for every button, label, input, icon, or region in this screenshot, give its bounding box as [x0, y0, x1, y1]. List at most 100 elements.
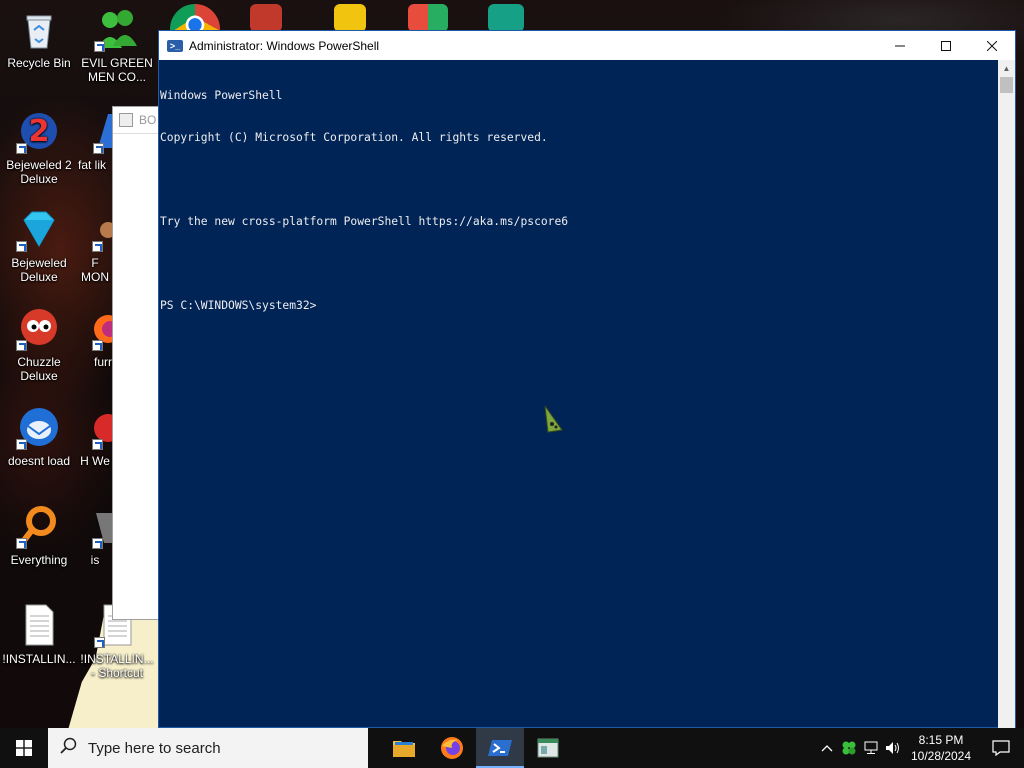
- show-hidden-icons-chevron-icon[interactable]: [816, 728, 838, 768]
- background-window-title: BO: [139, 113, 157, 127]
- console-prompt[interactable]: PS C:\WINDOWS\system32>: [160, 299, 999, 313]
- shortcut-arrow-icon: [94, 41, 105, 52]
- icon-label: !INSTALLIN... - Shortcut: [80, 652, 154, 680]
- desktop-icon-evil-green-men[interactable]: EVIL GREEN MEN CO...: [78, 6, 156, 84]
- console-line: Try the new cross-platform PowerShell ht…: [160, 215, 569, 228]
- icon-label: !INSTALLIN...: [2, 652, 76, 666]
- desktop-icon-fat-like[interactable]: fat lik: [78, 108, 114, 172]
- app-icon: [78, 404, 112, 450]
- chrome-icon[interactable]: [170, 4, 220, 30]
- search-placeholder: Type here to search: [88, 739, 221, 757]
- shortcut-arrow-icon: [16, 340, 27, 351]
- console-line: Windows PowerShell: [160, 89, 283, 102]
- desktop-icon-doesnt-load[interactable]: doesnt load: [0, 404, 78, 468]
- windows-logo-icon: [16, 740, 32, 756]
- icon-label: EVIL GREEN MEN CO...: [81, 56, 153, 84]
- desktop-icon-everything[interactable]: Everything: [0, 503, 78, 567]
- svg-text:2: 2: [29, 114, 50, 149]
- minimize-button[interactable]: [877, 31, 923, 60]
- app-icon[interactable]: [334, 4, 366, 32]
- thunderbird-icon: [16, 404, 62, 450]
- icon-label: Bejeweled 2 Deluxe: [6, 158, 72, 186]
- desktop-icon-installing[interactable]: !INSTALLIN...: [0, 602, 78, 666]
- action-center-button[interactable]: [978, 728, 1024, 768]
- clock-date: 10/28/2024: [910, 749, 972, 763]
- shortcut-arrow-icon: [92, 241, 103, 252]
- folder-icon: [393, 741, 415, 757]
- app-icon: [93, 108, 114, 154]
- taskbar-app-window[interactable]: [524, 728, 572, 768]
- window-app-icon: [537, 738, 559, 758]
- clock[interactable]: 8:15 PM 10/28/2024: [904, 732, 978, 764]
- desktop-icon-monster[interactable]: F MON: [78, 206, 112, 284]
- volume-icon[interactable]: [882, 728, 904, 768]
- shortcut-arrow-icon: [16, 143, 27, 154]
- powershell-icon: [488, 740, 512, 756]
- powershell-icon: >_: [167, 39, 183, 52]
- console-output[interactable]: Windows PowerShell Copyright (C) Microso…: [159, 60, 999, 728]
- app-icon: [78, 503, 112, 549]
- desktop: Recycle Bin 2 Bejeweled 2 Deluxe Bejewel…: [0, 0, 1024, 728]
- scrollbar-thumb[interactable]: [1000, 77, 1013, 93]
- console-line: Copyright (C) Microsoft Corporation. All…: [160, 131, 548, 144]
- bejeweled-2-icon: 2: [16, 108, 62, 154]
- icon-label: H We: [80, 454, 110, 468]
- icon-label: fat lik: [78, 158, 107, 172]
- icon-label: Chuzzle Deluxe: [17, 355, 61, 383]
- icon-label: doesnt load: [7, 454, 71, 468]
- window-title: Administrator: Windows PowerShell: [189, 38, 380, 53]
- scroll-up-arrow-icon[interactable]: ▲: [998, 60, 1015, 77]
- desktop-icon-web[interactable]: H We: [78, 404, 112, 468]
- shortcut-arrow-icon: [92, 340, 103, 351]
- desktop-icon-bejeweled-2[interactable]: 2 Bejeweled 2 Deluxe: [0, 108, 78, 186]
- shortcut-arrow-icon: [93, 143, 104, 154]
- icon-label: F MON: [81, 256, 109, 284]
- window-icon: [119, 113, 133, 127]
- clover-icon[interactable]: [838, 728, 860, 768]
- powershell-titlebar[interactable]: >_ Administrator: Windows PowerShell: [159, 31, 1015, 60]
- desktop-icon-recycle-bin[interactable]: Recycle Bin: [0, 6, 78, 70]
- shortcut-arrow-icon: [16, 439, 27, 450]
- cursor-character-icon: [542, 405, 564, 436]
- shield-icon[interactable]: [408, 4, 448, 32]
- green-people-icon: [94, 6, 140, 52]
- shortcut-arrow-icon: [92, 439, 103, 450]
- notification-icon: [992, 740, 1010, 756]
- desktop-icon-is[interactable]: is: [78, 503, 112, 567]
- desktop-icon-chuzzle[interactable]: Chuzzle Deluxe: [0, 305, 78, 383]
- close-button[interactable]: [969, 31, 1015, 60]
- desktop-icon-furr[interactable]: furr: [78, 305, 112, 369]
- search-icon: [60, 737, 78, 759]
- taskbar-file-explorer[interactable]: [380, 728, 428, 768]
- app-icon[interactable]: [250, 4, 282, 32]
- icon-label: Bejeweled Deluxe: [11, 256, 67, 284]
- maximize-button[interactable]: [923, 31, 969, 60]
- character-icon[interactable]: [488, 4, 524, 32]
- icon-label: Everything: [10, 553, 68, 567]
- shortcut-arrow-icon: [16, 241, 27, 252]
- taskbar-firefox[interactable]: [428, 728, 476, 768]
- shortcut-arrow-icon: [94, 637, 105, 648]
- shortcut-arrow-icon: [92, 538, 103, 549]
- taskbar: Type here to search 8:15 PM 10/28/2024: [0, 728, 1024, 768]
- diamond-icon: [16, 206, 62, 252]
- recycle-bin-icon: [16, 6, 62, 52]
- chuzzle-icon: [16, 305, 62, 351]
- icon-label: Recycle Bin: [7, 56, 71, 70]
- firefox-icon: [78, 305, 112, 351]
- text-file-icon: [16, 602, 62, 648]
- clock-time: 8:15 PM: [918, 733, 964, 747]
- app-icon: [78, 206, 112, 252]
- desktop-icon-bejeweled[interactable]: Bejeweled Deluxe: [0, 206, 78, 284]
- firefox-icon: [441, 737, 463, 759]
- network-icon[interactable]: [860, 728, 882, 768]
- icon-label: furr: [94, 355, 112, 369]
- taskbar-powershell[interactable]: [476, 728, 524, 768]
- vertical-scrollbar[interactable]: ▲: [998, 60, 1015, 728]
- system-tray: 8:15 PM 10/28/2024: [816, 728, 1024, 768]
- powershell-window[interactable]: >_ Administrator: Windows PowerShell Win…: [158, 30, 1016, 728]
- taskbar-search-box[interactable]: Type here to search: [48, 728, 368, 768]
- start-button[interactable]: [0, 728, 48, 768]
